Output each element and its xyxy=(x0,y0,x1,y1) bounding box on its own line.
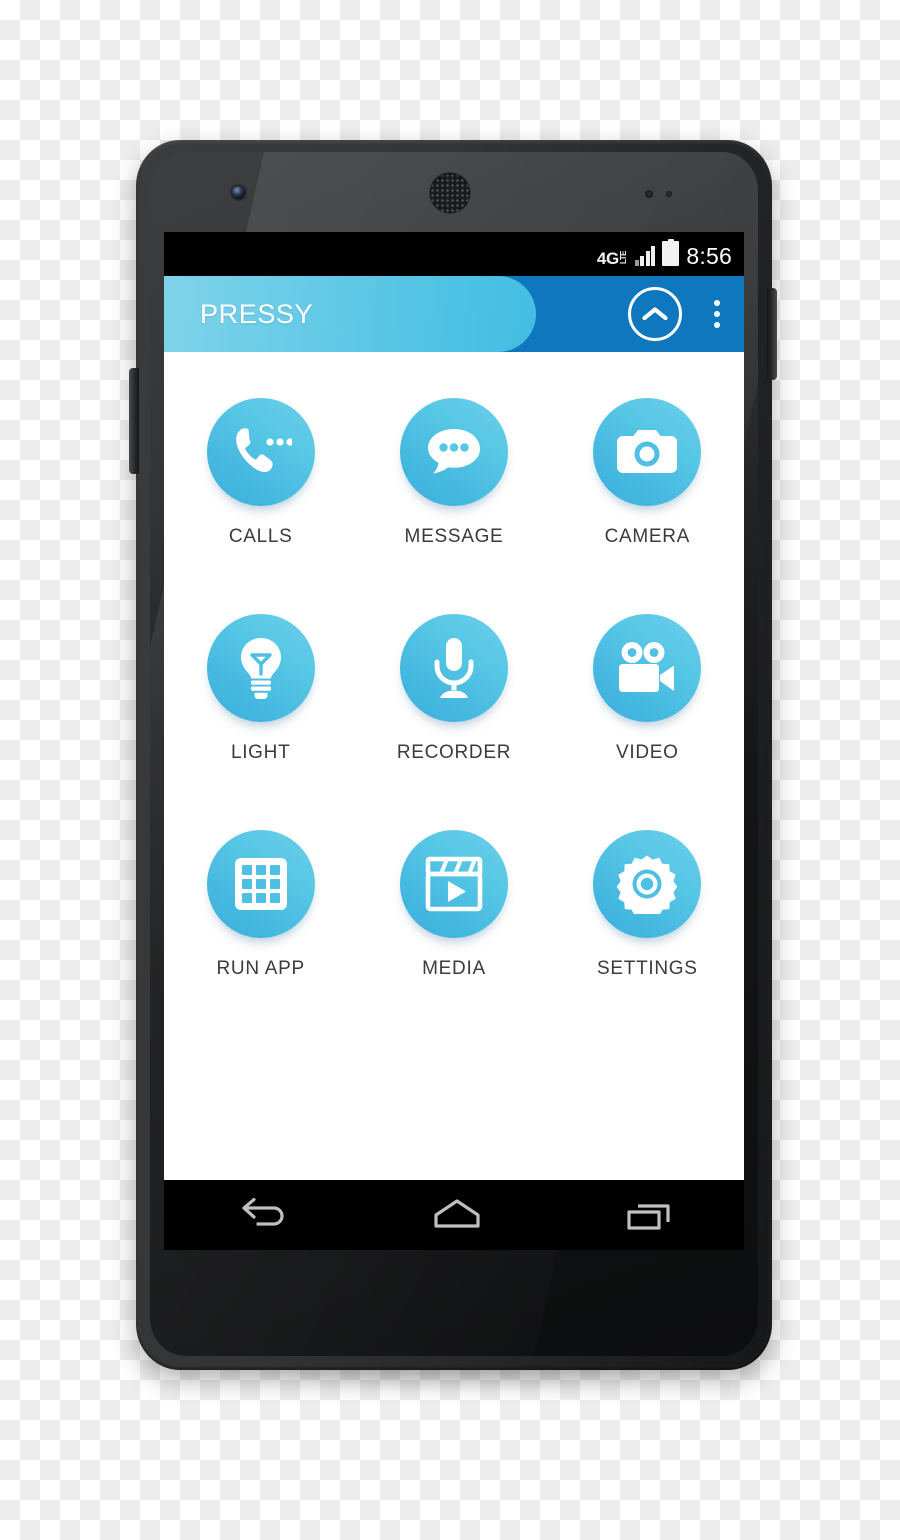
lightbulb-icon[interactable] xyxy=(206,614,315,722)
shortcut-grid: CALLS MESSAGE CAMERA LIGHT RECORDER VIDE… xyxy=(164,352,744,980)
recents-icon[interactable] xyxy=(626,1198,672,1232)
gear-icon[interactable] xyxy=(593,830,702,938)
grid-row: CALLS MESSAGE CAMERA xyxy=(164,398,744,548)
home-icon[interactable] xyxy=(432,1198,482,1232)
shortcut-message[interactable]: MESSAGE xyxy=(357,398,550,548)
network-sub-label: LTE xyxy=(618,251,628,265)
back-icon[interactable] xyxy=(236,1198,288,1232)
app-title: PRESSY xyxy=(200,298,314,329)
shortcut-camera[interactable]: CAMERA xyxy=(551,398,744,548)
camera-icon[interactable] xyxy=(593,398,702,506)
shortcut-label: CALLS xyxy=(228,526,293,547)
signal-strength-icon xyxy=(634,246,656,266)
app-bar-actions xyxy=(628,276,730,352)
grid-row-spacer xyxy=(164,548,744,614)
shortcut-label: RECORDER xyxy=(396,742,512,763)
shortcut-label: MEDIA xyxy=(422,958,486,979)
overflow-menu-icon[interactable] xyxy=(704,290,730,338)
volume-rocker-button[interactable] xyxy=(129,368,139,474)
proximity-sensor-icon xyxy=(645,190,653,198)
shortcut-label: SETTINGS xyxy=(597,958,698,979)
status-bar: 4G LTE 8:56 xyxy=(164,232,744,276)
shortcut-recorder[interactable]: RECORDER xyxy=(357,614,550,764)
grid-row: LIGHT RECORDER VIDEO xyxy=(164,614,744,764)
phone-screen: 4G LTE 8:56 PRESSY CALLS MESSAGE CAMERA … xyxy=(164,232,744,1250)
network-type-label: 4G xyxy=(596,249,619,268)
chat-bubble-icon[interactable] xyxy=(399,398,508,506)
shortcut-settings[interactable]: SETTINGS xyxy=(551,830,744,980)
light-sensor-icon xyxy=(666,191,672,197)
status-bar-clock: 8:56 xyxy=(686,243,732,269)
shortcut-label: RUN APP xyxy=(216,958,305,979)
chevron-up-circle-icon[interactable] xyxy=(628,287,682,341)
shortcut-run-app[interactable]: RUN APP xyxy=(164,830,357,980)
grid-row-spacer xyxy=(164,764,744,830)
shortcut-video[interactable]: VIDEO xyxy=(551,614,744,764)
shortcut-label: VIDEO xyxy=(616,742,679,763)
power-button[interactable] xyxy=(767,288,777,380)
shortcut-light[interactable]: LIGHT xyxy=(164,614,357,764)
phone-call-icon[interactable] xyxy=(206,398,315,506)
network-type-indicator: 4G LTE xyxy=(597,250,628,267)
shortcut-label: LIGHT xyxy=(230,742,291,763)
screenshot-stage: 4G LTE 8:56 PRESSY CALLS MESSAGE CAMERA … xyxy=(0,0,900,1540)
status-bar-icons: 4G LTE 8:56 xyxy=(597,239,732,269)
battery-icon xyxy=(662,239,680,266)
shortcut-label: CAMERA xyxy=(604,526,691,547)
shortcut-calls[interactable]: CALLS xyxy=(164,398,357,548)
shortcut-label: MESSAGE xyxy=(404,526,504,547)
earpiece-speaker-icon xyxy=(430,173,470,213)
front-camera-icon xyxy=(232,186,245,199)
shortcut-media[interactable]: MEDIA xyxy=(357,830,550,980)
grid-row: RUN APP MEDIA SETTINGS xyxy=(164,830,744,980)
microphone-icon[interactable] xyxy=(399,614,508,722)
android-navigation-bar xyxy=(164,1180,744,1250)
app-bar: PRESSY xyxy=(164,276,744,352)
clapperboard-play-icon[interactable] xyxy=(399,830,508,938)
app-grid-icon[interactable] xyxy=(206,830,315,938)
video-camera-icon[interactable] xyxy=(593,614,702,722)
